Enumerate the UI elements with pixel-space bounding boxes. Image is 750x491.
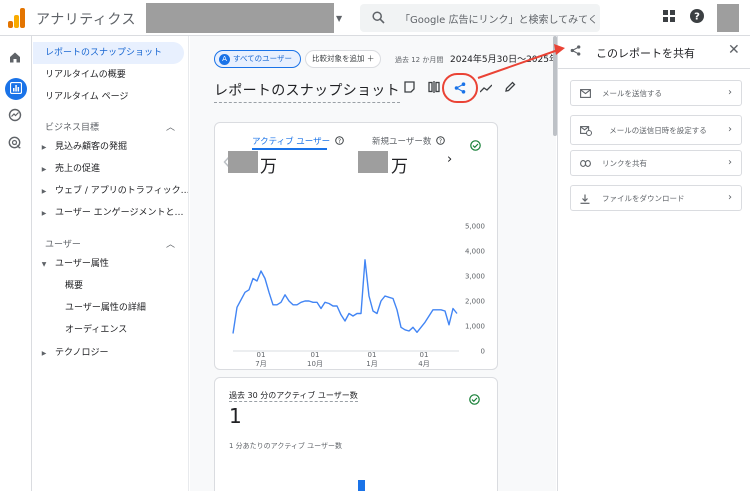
y-tick-label: 5,000 xyxy=(465,223,485,231)
nav-section-business-objectives[interactable]: ビジネス目標 ︿ xyxy=(45,120,175,133)
panel-title: このレポートを共有 xyxy=(596,47,695,60)
audience-badge: A xyxy=(219,53,230,65)
add-comparison-chip[interactable]: 比較対象を追加 ＋ xyxy=(305,50,382,68)
chevron-right-icon: › xyxy=(728,124,732,135)
nav-item-audiences[interactable]: オーディエンス xyxy=(65,319,127,341)
close-icon[interactable]: ✕ xyxy=(728,43,740,57)
date-range-label: 過去 12 か月間 xyxy=(395,56,444,64)
nav-item-overview[interactable]: 概要 xyxy=(65,275,83,297)
per-minute-bar xyxy=(358,480,365,491)
nav-item-engagement[interactable]: ▶ ユーザー エンゲージメントと… xyxy=(33,202,188,224)
account-selector[interactable] xyxy=(146,3,334,33)
per-minute-label: 1 分あたりのアクティブ ユーザー数 xyxy=(229,442,342,450)
nav-item-demographics[interactable]: ▼ ユーザー属性 xyxy=(33,253,188,275)
share-link-option[interactable]: リンクを共有 › xyxy=(570,150,742,176)
mail-icon xyxy=(580,89,591,98)
search-box[interactable]: 「Google 広告にリンク」と検索してみてく… xyxy=(360,4,600,32)
reports-nav: レポートのスナップショット リアルタイムの概要 リアルタイム ページ ビジネス目… xyxy=(33,36,189,491)
expand-triangle-icon: ▶ xyxy=(41,144,47,151)
collapse-triangle-icon: ▼ xyxy=(41,261,47,268)
x-tick-month: 10月 xyxy=(307,360,323,368)
chevron-right-icon: › xyxy=(728,157,732,168)
realtime-users-label[interactable]: 過去 30 分のアクティブ ユーザー数 xyxy=(229,390,358,402)
x-tick-month: 1月 xyxy=(366,360,377,368)
realtime-users-value: 1 xyxy=(229,404,242,428)
send-email-option[interactable]: メールを送信する › xyxy=(570,80,742,106)
nav-section-label: ユーザー xyxy=(45,240,81,250)
nav-item-demographic-details[interactable]: ユーザー属性の詳細 xyxy=(65,297,146,319)
chevron-up-icon[interactable]: ︿ xyxy=(166,237,175,250)
x-tick-day: 01 xyxy=(257,351,266,359)
edit-pencil-icon[interactable] xyxy=(504,81,516,93)
x-tick-day: 01 xyxy=(311,351,320,359)
top-bar: アナリティクス ▼ 「Google 広告にリンク」と検索してみてく… ? xyxy=(0,0,750,36)
svg-text:?: ? xyxy=(694,12,700,23)
x-tick-month: 7月 xyxy=(255,360,266,368)
trend-sparkle-icon[interactable] xyxy=(480,82,492,94)
nav-item-realtime-overview[interactable]: リアルタイムの概要 xyxy=(33,64,184,86)
nav-item-traffic[interactable]: ▶ ウェブ / アプリのトラフィック… xyxy=(33,180,188,202)
x-tick-day: 01 xyxy=(420,351,429,359)
x-tick-month: 4月 xyxy=(418,360,429,368)
expand-triangle-icon: ▶ xyxy=(41,166,47,173)
nav-item-realtime-pages[interactable]: リアルタイム ページ xyxy=(33,86,184,108)
overview-card: アクティブ ユーザー ? 万 新規ユーザー数 ? 万 › 5,000 4,000 3… xyxy=(214,122,498,370)
main-content: A すべてのユーザー 比較対象を追加 ＋ 過去 12 か月間 2024年5月30日… xyxy=(190,36,556,491)
account-avatar[interactable] xyxy=(717,4,739,32)
chevron-up-icon[interactable]: ︿ xyxy=(166,120,175,133)
home-icon[interactable] xyxy=(8,50,22,64)
reports-icon[interactable] xyxy=(10,82,22,94)
download-file-label: ファイルをダウンロード xyxy=(602,193,685,203)
x-tick-day: 01 xyxy=(368,351,377,359)
help-icon[interactable]: ? xyxy=(690,9,704,23)
schedule-email-label: メールの送信日時を設定する xyxy=(609,125,707,135)
advertising-icon[interactable] xyxy=(8,136,22,150)
analytics-logo[interactable] xyxy=(8,8,26,28)
nav-item-reports-snapshot[interactable]: レポートのスナップショット xyxy=(33,42,184,64)
schedule-mail-icon xyxy=(580,126,592,136)
panel-divider xyxy=(558,68,750,69)
caret-down-icon[interactable]: ▼ xyxy=(336,14,342,23)
y-tick-label: 4,000 xyxy=(465,248,485,256)
y-tick-label: 2,000 xyxy=(465,298,485,306)
chevron-right-icon: › xyxy=(728,87,732,98)
share-icon xyxy=(570,45,581,56)
realtime-card: 過去 30 分のアクティブ ユーザー数 1 1 分あたりのアクティブ ユーザー数 xyxy=(214,377,498,491)
y-tick-label: 1,000 xyxy=(465,323,485,331)
explore-icon[interactable] xyxy=(8,108,22,122)
schedule-email-option[interactable]: メールの送信日時を設定する › xyxy=(570,115,742,145)
y-tick-label: 3,000 xyxy=(465,273,485,281)
active-users-series-line xyxy=(232,259,458,334)
download-icon xyxy=(580,194,590,204)
nav-section-user[interactable]: ユーザー ︿ xyxy=(45,237,175,250)
check-circle-icon xyxy=(469,394,480,405)
link-icon xyxy=(580,160,591,167)
app-title: アナリティクス xyxy=(36,12,136,28)
left-rail xyxy=(0,36,32,491)
insights-icon[interactable] xyxy=(404,81,415,93)
nav-item-technology[interactable]: ▶ テクノロジー xyxy=(33,342,188,364)
y-tick-label: 0 xyxy=(481,348,485,356)
date-range-picker[interactable]: 2024年5月30日～2025年 xyxy=(450,52,556,65)
compare-columns-icon[interactable] xyxy=(428,81,440,93)
search-icon xyxy=(372,11,385,24)
nav-section-label: ビジネス目標 xyxy=(45,123,100,133)
expand-triangle-icon: ▶ xyxy=(41,188,47,195)
send-email-label: メールを送信する xyxy=(602,88,662,98)
nav-item-drive-sales[interactable]: ▶ 売上の促進 xyxy=(33,158,188,180)
expand-triangle-icon: ▶ xyxy=(41,350,47,357)
apps-grid-icon[interactable] xyxy=(663,10,675,22)
share-panel: このレポートを共有 ✕ メールを送信する › メールの送信日時を設定する › リ… xyxy=(557,36,750,491)
nav-item-lead-generation[interactable]: ▶ 見込み顧客の発掘 xyxy=(33,136,188,158)
share-highlight-circle xyxy=(442,73,478,103)
chevron-right-icon: › xyxy=(728,192,732,203)
page-title: レポートのスナップショット xyxy=(214,80,400,103)
download-file-option[interactable]: ファイルをダウンロード › xyxy=(570,185,742,211)
all-users-chip[interactable]: A すべてのユーザー xyxy=(214,50,302,68)
search-placeholder[interactable]: 「Google 広告にリンク」と検索してみてく… xyxy=(400,11,596,26)
expand-triangle-icon: ▶ xyxy=(41,210,47,217)
active-users-line-chart: 5,0004,0003,0002,0001,0000017月0110月011月0… xyxy=(232,223,485,368)
share-link-label: リンクを共有 xyxy=(602,158,647,168)
